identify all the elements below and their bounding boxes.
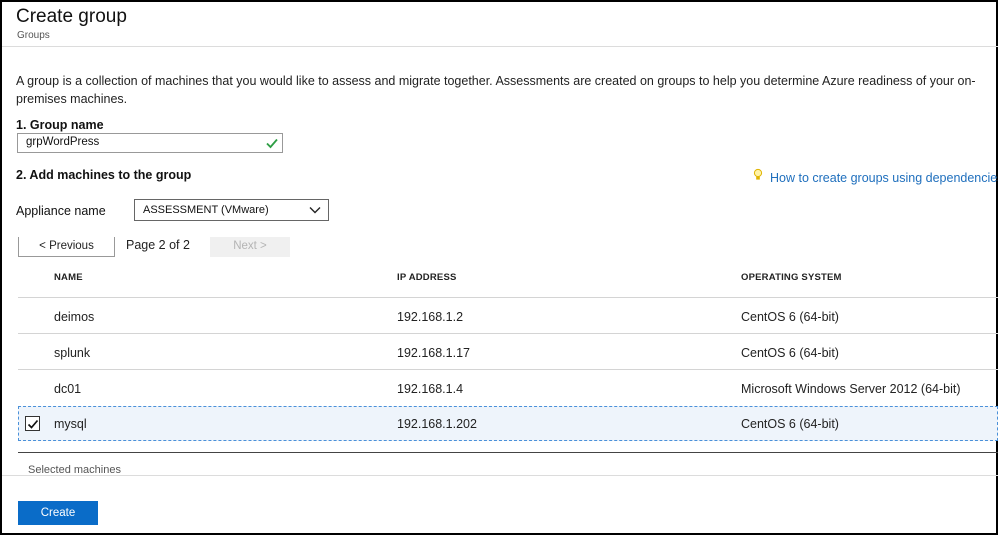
- check-icon: [266, 138, 278, 149]
- next-page-button[interactable]: Next >: [210, 237, 290, 257]
- machine-name: dc01: [54, 382, 82, 396]
- checkmark-icon: [27, 419, 39, 429]
- page-title: Create group: [16, 6, 127, 27]
- machine-os: CentOS 6 (64-bit): [741, 346, 839, 360]
- description-line-2: premises machines.: [16, 92, 128, 106]
- page-indicator: Page 2 of 2: [126, 238, 190, 252]
- appliance-selected-value: ASSESSMENT (VMware): [143, 204, 269, 216]
- previous-page-button[interactable]: < Previous: [18, 237, 115, 257]
- appliance-name-label: Appliance name: [16, 204, 106, 218]
- machine-ip: 192.168.1.202: [397, 417, 477, 431]
- table-row[interactable]: splunk 192.168.1.17 CentOS 6 (64-bit): [18, 335, 998, 370]
- column-header-ip[interactable]: IP ADDRESS: [397, 272, 457, 283]
- table-row[interactable]: dc01 192.168.1.4 Microsoft Windows Serve…: [18, 371, 998, 406]
- add-machines-label: 2. Add machines to the group: [16, 168, 192, 182]
- description-line-1: A group is a collection of machines that…: [16, 74, 976, 88]
- machine-ip: 192.168.1.17: [397, 346, 470, 360]
- breadcrumb[interactable]: Groups: [17, 30, 50, 41]
- group-name-value: grpWordPress: [26, 136, 100, 148]
- dependencies-help-link[interactable]: How to create groups using dependencies: [752, 168, 998, 185]
- appliance-select[interactable]: ASSESSMENT (VMware): [134, 199, 329, 221]
- blade-header: Create group Groups: [2, 2, 998, 47]
- column-header-os[interactable]: OPERATING SYSTEM: [741, 272, 842, 283]
- description: A group is a collection of machines that…: [16, 72, 996, 108]
- table-row[interactable]: deimos 192.168.1.2 CentOS 6 (64-bit): [18, 299, 998, 334]
- create-button[interactable]: Create: [18, 501, 98, 525]
- table-bottom-border: [18, 452, 998, 453]
- chevron-down-icon: [309, 207, 321, 214]
- machine-name: mysql: [54, 417, 87, 431]
- column-header-name[interactable]: NAME: [54, 272, 83, 283]
- lightbulb-icon: [753, 168, 763, 180]
- machine-name: deimos: [54, 310, 95, 324]
- machine-os: CentOS 6 (64-bit): [741, 417, 839, 431]
- table-row-selected[interactable]: mysql 192.168.1.202 CentOS 6 (64-bit): [18, 406, 998, 441]
- footer-divider: [2, 475, 998, 476]
- row-checkbox[interactable]: [25, 416, 40, 431]
- group-name-input[interactable]: grpWordPress: [17, 133, 283, 153]
- machine-name: splunk: [54, 346, 91, 360]
- machine-ip: 192.168.1.4: [397, 382, 464, 396]
- dependencies-help-text: How to create groups using dependencies: [770, 171, 998, 185]
- machine-os: CentOS 6 (64-bit): [741, 310, 839, 324]
- row-divider: [18, 369, 998, 370]
- machine-ip: 192.168.1.2: [397, 310, 464, 324]
- machine-os: Microsoft Windows Server 2012 (64-bit): [741, 382, 961, 396]
- table-divider: [18, 297, 998, 298]
- row-divider: [18, 333, 998, 334]
- group-name-label: 1. Group name: [16, 118, 104, 132]
